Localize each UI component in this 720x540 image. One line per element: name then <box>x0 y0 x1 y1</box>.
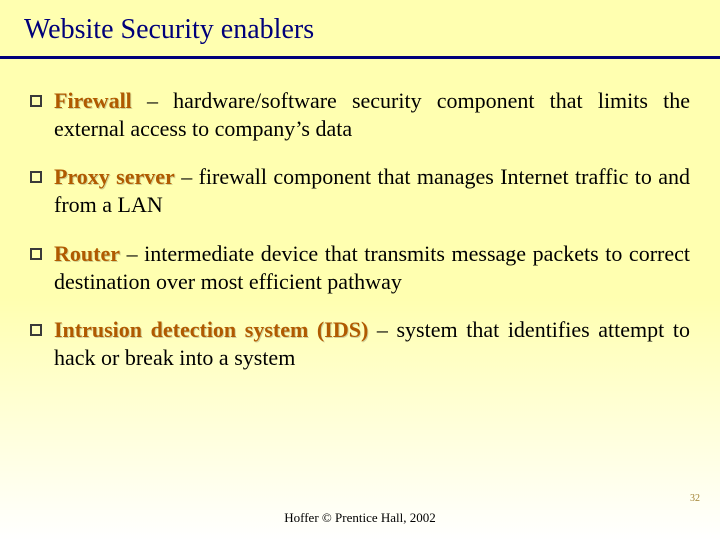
term-proxy-server: Proxy server <box>54 164 175 189</box>
item-text: Firewall – hardware/software security co… <box>54 87 690 143</box>
square-bullet-icon <box>30 248 42 260</box>
square-bullet-icon <box>30 95 42 107</box>
desc: – intermediate device that transmits mes… <box>54 241 690 294</box>
square-bullet-icon <box>30 171 42 183</box>
title-bar: Website Security enablers <box>0 0 720 52</box>
term-firewall: Firewall <box>54 88 132 113</box>
item-text: Intrusion detection system (IDS) – syste… <box>54 316 690 372</box>
slide-number: 32 <box>690 493 700 504</box>
item-text: Router – intermediate device that transm… <box>54 240 690 296</box>
list-item: Intrusion detection system (IDS) – syste… <box>30 316 690 372</box>
slide-title: Website Security enablers <box>24 14 720 46</box>
list-item: Firewall – hardware/software security co… <box>30 87 690 143</box>
term-router: Router <box>54 241 120 266</box>
footer-copyright: Hoffer © Prentice Hall, 2002 <box>0 510 720 526</box>
list-item: Router – intermediate device that transm… <box>30 240 690 296</box>
list-item: Proxy server – firewall component that m… <box>30 163 690 219</box>
desc: – hardware/software security component t… <box>54 88 690 141</box>
term-ids: Intrusion detection system (IDS) <box>54 317 368 342</box>
content-area: Firewall – hardware/software security co… <box>0 59 720 372</box>
item-text: Proxy server – firewall component that m… <box>54 163 690 219</box>
square-bullet-icon <box>30 324 42 336</box>
